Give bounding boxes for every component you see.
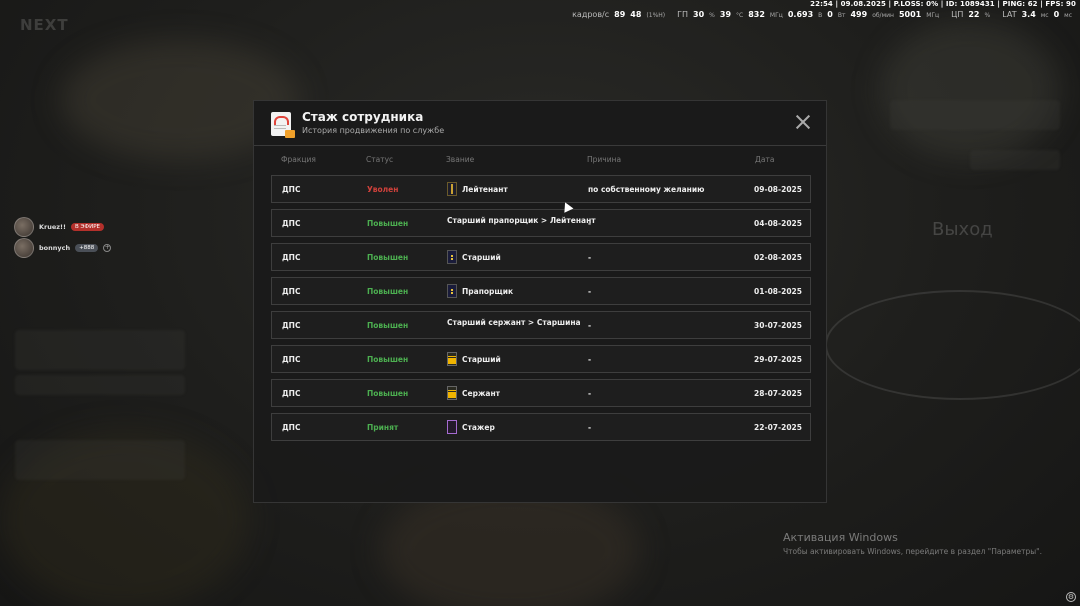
performance-overlay: кадров/с 89 48 (1%H) ГП 30% 39 °C 832 МГц … — [572, 10, 1072, 19]
lieutenant-insignia-icon — [447, 182, 457, 196]
cell-date: 09-08-2025 — [754, 185, 802, 194]
col-date: Дата — [755, 155, 775, 164]
cell-rank: Старший прапорщик > Лейтенант — [447, 216, 596, 225]
table-row[interactable]: ДПС Повышен Старший - 02-08-2025 — [271, 243, 811, 271]
cell-date: 29-07-2025 — [754, 355, 802, 364]
rank-label: Стажер — [462, 422, 495, 432]
col-reason: Причина — [587, 155, 622, 164]
cell-date: 02-08-2025 — [754, 253, 802, 262]
count-badge: +888 — [75, 244, 99, 252]
cell-rank: Старший — [447, 352, 501, 366]
cell-faction: ДПС — [282, 321, 301, 330]
cell-status: Повышен — [367, 219, 409, 228]
sergeant-insignia-icon — [447, 386, 457, 400]
cell-rank: Старший — [447, 250, 501, 264]
cell-reason: - — [588, 423, 592, 432]
add-icon[interactable]: + — [103, 244, 112, 252]
cell-reason: - — [588, 287, 592, 296]
cell-faction: ДПС — [282, 355, 301, 364]
cell-reason: - — [588, 253, 592, 262]
cell-status: Повышен — [367, 253, 409, 262]
cell-date: 01-08-2025 — [754, 287, 802, 296]
rank-label: Старший сержант > Старшина — [447, 318, 581, 327]
table-row[interactable]: ДПС Повышен Прапорщик - 01-08-2025 — [271, 277, 811, 305]
live-badge: В ЭФИРЕ — [71, 223, 105, 231]
cell-rank: Старший сержант > Старшина — [447, 318, 581, 327]
cell-reason: - — [588, 355, 592, 364]
cadet-insignia-icon — [447, 420, 457, 434]
rank-label: Старший — [462, 354, 501, 364]
modal-header: Стаж сотрудника История продвижения по с… — [254, 101, 826, 146]
cell-status: Повышен — [367, 355, 409, 364]
cell-status: Принят — [367, 423, 399, 432]
voice-user-1: Kruez!! В ЭФИРЕ — [14, 217, 105, 237]
watermark-subtitle: Чтобы активировать Windows, перейдите в … — [783, 547, 1042, 556]
table-row[interactable]: ДПС Повышен Старший прапорщик > Лейтенант -… — [271, 209, 811, 237]
modal-subtitle: История продвижения по службе — [302, 126, 445, 135]
cell-status: Повышен — [367, 321, 409, 330]
rank-label: Сержант — [462, 388, 501, 398]
cell-status: Повышен — [367, 287, 409, 296]
avatar — [14, 217, 34, 237]
cell-faction: ДПС — [282, 389, 301, 398]
cell-date: 22-07-2025 — [754, 423, 802, 432]
modal-title: Стаж сотрудника — [302, 110, 424, 124]
voice-user-2: bonnych +888 + — [14, 238, 112, 258]
cell-status: Повышен — [367, 389, 409, 398]
cell-reason: - — [588, 219, 592, 228]
cell-date: 04-08-2025 — [754, 219, 802, 228]
rank-label: Старший прапорщик > Лейтенант — [447, 216, 596, 225]
senior-warrant-insignia-icon — [447, 250, 457, 264]
cell-faction: ДПС — [282, 423, 301, 432]
avatar — [14, 238, 34, 258]
col-status: Статус — [366, 155, 394, 164]
cell-faction: ДПС — [282, 253, 301, 262]
cell-reason: - — [588, 321, 592, 330]
cell-rank: Стажер — [447, 420, 495, 434]
employee-seniority-modal: Стаж сотрудника История продвижения по с… — [253, 100, 827, 503]
cell-status: Уволен — [367, 185, 399, 194]
cell-reason: по собственному желанию — [588, 185, 705, 194]
top-status-line: 22:54 | 09.08.2025 | P.LOSS: 0% | ID: 10… — [810, 0, 1076, 8]
warrant-insignia-icon — [447, 284, 457, 298]
document-icon — [271, 112, 295, 138]
voice-user-name: Kruez!! — [39, 223, 66, 231]
windows-activation-watermark: Активация Windows Чтобы активировать Win… — [783, 531, 1042, 556]
table-row[interactable]: ДПС Повышен Сержант - 28-07-2025 — [271, 379, 811, 407]
watermark-title: Активация Windows — [783, 531, 898, 544]
cell-rank: Лейтенант — [447, 182, 508, 196]
cell-date: 30-07-2025 — [754, 321, 802, 330]
close-icon[interactable] — [796, 115, 810, 129]
cell-faction: ДПС — [282, 219, 301, 228]
table-row[interactable]: ДПС Принят Стажер - 22-07-2025 — [271, 413, 811, 441]
history-table: ДПС Уволен Лейтенант по собственному желани… — [271, 175, 811, 447]
cell-date: 28-07-2025 — [754, 389, 802, 398]
col-rank: Звание — [446, 155, 475, 164]
rank-label: Старший — [462, 252, 501, 262]
settings-icon[interactable]: ⚙ — [1066, 592, 1076, 602]
table-row[interactable]: ДПС Повышен Старший сержант > Старшина - 30-… — [271, 311, 811, 339]
table-row[interactable]: ДПС Уволен Лейтенант по собственному желани… — [271, 175, 811, 203]
cell-faction: ДПС — [282, 287, 301, 296]
senior-sergeant-insignia-icon — [447, 352, 457, 366]
table-header: Фракция Статус Звание Причина Дата — [254, 155, 826, 169]
rank-label: Прапорщик — [462, 286, 514, 296]
game-logo: NEXT — [20, 16, 69, 34]
cell-rank: Прапорщик — [447, 284, 513, 298]
col-faction: Фракция — [281, 155, 316, 164]
rank-label: Лейтенант — [462, 184, 508, 194]
cell-faction: ДПС — [282, 185, 301, 194]
table-row[interactable]: ДПС Повышен Старший - 29-07-2025 — [271, 345, 811, 373]
cell-rank: Сержант — [447, 386, 500, 400]
cell-reason: - — [588, 389, 592, 398]
voice-user-name: bonnych — [39, 244, 71, 252]
exit-label-bg: Выход — [932, 219, 993, 240]
